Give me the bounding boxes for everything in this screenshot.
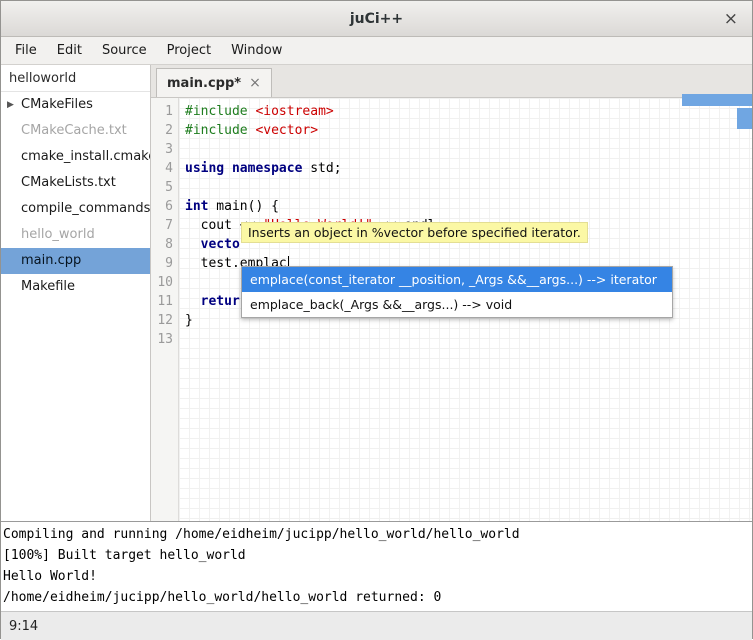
output-line: Hello World! <box>3 566 750 587</box>
tree-item-cmakefiles[interactable]: ▶ CMakeFiles <box>1 92 150 118</box>
line-number: 13 <box>151 330 178 349</box>
output-line: /home/eidheim/jucipp/hello_world/hello_w… <box>3 587 750 608</box>
code-line: using namespace std; <box>185 159 752 178</box>
tree-item-label: CMakeCache.txt <box>21 123 127 138</box>
output-line: Compiling and running /home/eidheim/juci… <box>3 524 750 545</box>
line-number: 8 <box>151 235 178 254</box>
tree-item-makefile[interactable]: Makefile <box>1 274 150 300</box>
code-text <box>185 237 201 252</box>
preprocessor-directive: #include <box>185 104 255 119</box>
code-line <box>185 178 752 197</box>
tree-item-hello-world[interactable]: hello_world <box>1 222 150 248</box>
code-line <box>185 330 752 349</box>
preprocessor-directive: #include <box>185 123 255 138</box>
scrollbar-thumb-vertical[interactable] <box>737 108 752 129</box>
code-area[interactable]: #include <iostream> #include <vector> us… <box>179 98 752 521</box>
tree-item-compile-commands[interactable]: compile_commands.json <box>1 196 150 222</box>
tree-item-main-cpp[interactable]: main.cpp <box>1 248 150 274</box>
output-panel: Compiling and running /home/eidheim/juci… <box>1 521 752 611</box>
line-number: 9 <box>151 254 178 273</box>
tree-item-label: cmake_install.cmake <box>21 149 150 164</box>
code-text: main() { <box>208 199 278 214</box>
include-header: <vector> <box>255 123 318 138</box>
keyword: int <box>185 199 208 214</box>
line-number: 4 <box>151 159 178 178</box>
code-line <box>185 140 752 159</box>
menu-item-file[interactable]: File <box>5 38 47 63</box>
editor-pane: main.cpp* × 1 2 3 4 5 6 7 8 9 10 <box>151 65 752 521</box>
tree-item-label: compile_commands.json <box>21 201 150 216</box>
menu-item-source[interactable]: Source <box>92 38 157 63</box>
code-line: int main() { <box>185 197 752 216</box>
close-icon[interactable]: × <box>724 9 738 29</box>
line-number: 6 <box>151 197 178 216</box>
tree-item-cmakecache[interactable]: CMakeCache.txt <box>1 118 150 144</box>
code-line: #include <vector> <box>185 121 752 140</box>
line-number: 2 <box>151 121 178 140</box>
tree-item-label: hello_world <box>21 227 95 242</box>
line-number: 7 <box>151 216 178 235</box>
window-title: juCi++ <box>350 11 403 27</box>
status-bar: 9:14 <box>1 611 752 640</box>
scrollbar-thumb-horizontal[interactable] <box>682 94 752 106</box>
line-number: 5 <box>151 178 178 197</box>
main-area: helloworld ▶ CMakeFiles CMakeCache.txt c… <box>1 65 752 521</box>
code-text <box>185 294 201 309</box>
tab-close-icon[interactable]: × <box>249 75 261 91</box>
tab-bar: main.cpp* × <box>151 65 752 98</box>
type-name: vecto <box>201 237 240 252</box>
tab-label: main.cpp* <box>167 76 241 91</box>
completion-popup: emplace(const_iterator __position, _Args… <box>241 266 673 318</box>
project-name[interactable]: helloworld <box>1 65 150 92</box>
code-line: #include <iostream> <box>185 102 752 121</box>
doc-tooltip: Inserts an object in %vector before spec… <box>241 222 588 243</box>
menu-item-window[interactable]: Window <box>221 38 292 63</box>
line-number: 3 <box>151 140 178 159</box>
tree-item-cmake-install[interactable]: cmake_install.cmake <box>1 144 150 170</box>
code-text: } <box>185 313 193 328</box>
line-number: 1 <box>151 102 178 121</box>
output-line: [100%] Built target hello_world <box>3 545 750 566</box>
code-text: std; <box>302 161 341 176</box>
include-header: <iostream> <box>255 104 333 119</box>
tree-item-label: Makefile <box>21 279 75 294</box>
tree-item-label: CMakeFiles <box>21 97 93 112</box>
tree-item-label: main.cpp <box>21 253 81 268</box>
completion-item-emplace-back[interactable]: emplace_back(_Args &&__args...) --> void <box>242 292 672 317</box>
titlebar[interactable]: juCi++ × <box>1 1 752 37</box>
tree-item-cmakelists[interactable]: CMakeLists.txt <box>1 170 150 196</box>
line-number: 11 <box>151 292 178 311</box>
line-number: 12 <box>151 311 178 330</box>
menu-item-project[interactable]: Project <box>157 38 221 63</box>
tab-main-cpp[interactable]: main.cpp* × <box>156 68 272 97</box>
code-editor: 1 2 3 4 5 6 7 8 9 10 11 12 13 #include <… <box>151 98 752 521</box>
completion-item-emplace[interactable]: emplace(const_iterator __position, _Args… <box>242 267 672 292</box>
app-window: juCi++ × File Edit Source Project Window… <box>0 0 753 639</box>
line-number: 10 <box>151 273 178 292</box>
tree-item-label: CMakeLists.txt <box>21 175 116 190</box>
keyword: retur <box>201 294 240 309</box>
keyword: using namespace <box>185 161 302 176</box>
triangle-right-icon[interactable]: ▶ <box>7 92 14 118</box>
cursor-position: 9:14 <box>9 619 38 634</box>
menu-item-edit[interactable]: Edit <box>47 38 92 63</box>
line-number-gutter: 1 2 3 4 5 6 7 8 9 10 11 12 13 <box>151 98 179 521</box>
menubar: File Edit Source Project Window <box>1 37 752 65</box>
file-tree: helloworld ▶ CMakeFiles CMakeCache.txt c… <box>1 65 151 521</box>
